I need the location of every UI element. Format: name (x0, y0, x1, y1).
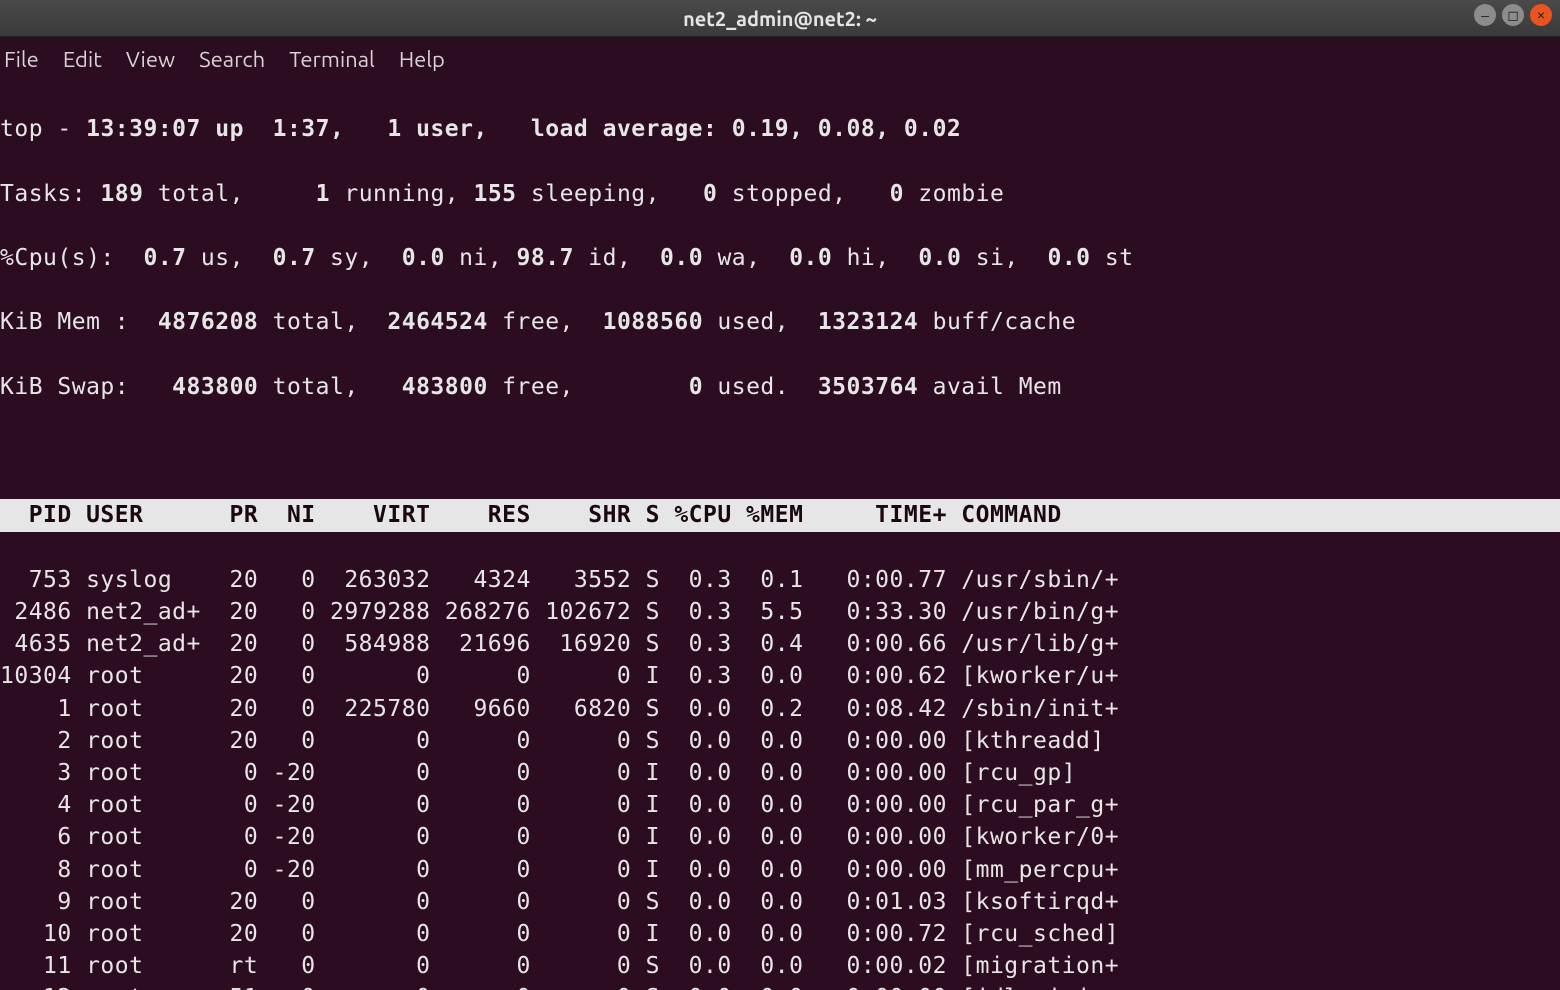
mem-free: 2464524 (373, 309, 502, 335)
menu-edit[interactable]: Edit (63, 47, 102, 72)
blank-line (0, 435, 1560, 467)
process-row: 10 root 20 0 0 0 0 I 0.0 0.0 0:00.72 [rc… (0, 918, 1560, 950)
tasks-label: Tasks: (0, 181, 86, 207)
mem-free-lbl: free, (502, 309, 588, 335)
terminal-output[interactable]: top - 13:39:07 up 1:37, 1 user, load ave… (0, 81, 1560, 990)
cpu-st-lbl: st (1105, 245, 1134, 271)
tasks-total-lbl: total, (158, 181, 287, 207)
mem-label: KiB Mem : (0, 309, 143, 335)
process-row: 4 root 0 -20 0 0 0 I 0.0 0.0 0:00.00 [rc… (0, 789, 1560, 821)
window-title: net2_admin@net2: ~ (683, 7, 877, 30)
tasks-zombie: 0 (890, 181, 919, 207)
cpu-label: %Cpu(s): (0, 245, 143, 271)
process-row: 11 root rt 0 0 0 0 S 0.0 0.0 0:00.02 [mi… (0, 950, 1560, 982)
menu-file[interactable]: File (4, 47, 39, 72)
process-row: 12 root -51 0 0 0 0 S 0.0 0.0 0:00.00 [i… (0, 982, 1560, 990)
mem-buff-lbl: buff/cache (933, 309, 1076, 335)
cpu-wa-lbl: wa, (717, 245, 789, 271)
menubar: File Edit View Search Terminal Help (0, 37, 1560, 81)
process-row: 2 root 20 0 0 0 0 S 0.0 0.0 0:00.00 [kth… (0, 725, 1560, 757)
cpu-us-lbl: us, (201, 245, 273, 271)
cpu-sy-lbl: sy, (330, 245, 402, 271)
process-row: 8 root 0 -20 0 0 0 I 0.0 0.0 0:00.00 [mm… (0, 854, 1560, 886)
mem-used-lbl: used, (717, 309, 803, 335)
swap-total: 483800 (143, 374, 272, 400)
tasks-sleeping: 155 (473, 181, 530, 207)
summary-swap: KiB Swap: 483800 total, 483800 free, 0 u… (0, 371, 1560, 403)
tasks-stopped: 0 (703, 181, 732, 207)
window-controls: – ◻ × (1474, 4, 1552, 26)
process-row: 4635 net2_ad+ 20 0 584988 21696 16920 S … (0, 628, 1560, 660)
process-row: 3 root 0 -20 0 0 0 I 0.0 0.0 0:00.00 [rc… (0, 757, 1560, 789)
swap-total-lbl: total, (273, 374, 373, 400)
swap-free: 483800 (373, 374, 502, 400)
cpu-hi-lbl: hi, (847, 245, 919, 271)
minimize-icon[interactable]: – (1474, 4, 1496, 26)
tasks-total: 189 (86, 181, 158, 207)
process-row: 9 root 20 0 0 0 0 S 0.0 0.0 0:01.03 [kso… (0, 886, 1560, 918)
swap-avail-lbl: avail Mem (933, 374, 1062, 400)
mem-used: 1088560 (588, 309, 717, 335)
tasks-stopped-lbl: stopped, (732, 181, 890, 207)
menu-search[interactable]: Search (199, 47, 265, 72)
window-titlebar: net2_admin@net2: ~ – ◻ × (0, 0, 1560, 37)
summary-cpu: %Cpu(s): 0.7 us, 0.7 sy, 0.0 ni, 98.7 id… (0, 242, 1560, 274)
cpu-si: 0.0 (918, 245, 975, 271)
top-label: top - (0, 116, 86, 142)
cpu-id-lbl: id, (588, 245, 660, 271)
cpu-ni: 0.0 (402, 245, 459, 271)
cpu-wa: 0.0 (660, 245, 717, 271)
mem-total-lbl: total, (273, 309, 373, 335)
maximize-icon[interactable]: ◻ (1502, 4, 1524, 26)
process-row: 2486 net2_ad+ 20 0 2979288 268276 102672… (0, 596, 1560, 628)
swap-avail: 3503764 (803, 374, 932, 400)
cpu-id: 98.7 (517, 245, 589, 271)
process-table-header: PID USER PR NI VIRT RES SHR S %CPU %MEM … (0, 499, 1560, 531)
tasks-sleeping-lbl: sleeping, (531, 181, 703, 207)
swap-label: KiB Swap: (0, 374, 143, 400)
cpu-si-lbl: si, (976, 245, 1048, 271)
process-row: 6 root 0 -20 0 0 0 I 0.0 0.0 0:00.00 [kw… (0, 821, 1560, 853)
tasks-running-lbl: running, (344, 181, 473, 207)
process-row: 753 syslog 20 0 263032 4324 3552 S 0.3 0… (0, 564, 1560, 596)
summary-mem: KiB Mem : 4876208 total, 2464524 free, 1… (0, 306, 1560, 338)
cpu-hi: 0.0 (789, 245, 846, 271)
cpu-st: 0.0 (1047, 245, 1104, 271)
cpu-us: 0.7 (143, 245, 200, 271)
mem-buff: 1323124 (803, 309, 932, 335)
tasks-zombie-lbl: zombie (918, 181, 1004, 207)
swap-free-lbl: free, (502, 374, 588, 400)
process-row: 10304 root 20 0 0 0 0 I 0.3 0.0 0:00.62 … (0, 660, 1560, 692)
summary-tasks: Tasks: 189 total, 1 running, 155 sleepin… (0, 178, 1560, 210)
tasks-running: 1 (287, 181, 344, 207)
uptime-value: 13:39:07 up 1:37, 1 user, load average: … (86, 116, 961, 142)
menu-help[interactable]: Help (399, 47, 445, 72)
swap-used-lbl: used. (717, 374, 803, 400)
cpu-sy: 0.7 (273, 245, 330, 271)
close-icon[interactable]: × (1530, 4, 1552, 26)
cpu-ni-lbl: ni, (459, 245, 516, 271)
summary-uptime: top - 13:39:07 up 1:37, 1 user, load ave… (0, 113, 1560, 145)
menu-view[interactable]: View (126, 47, 175, 72)
process-row: 1 root 20 0 225780 9660 6820 S 0.0 0.2 0… (0, 693, 1560, 725)
menu-terminal[interactable]: Terminal (289, 47, 375, 72)
swap-used: 0 (588, 374, 717, 400)
mem-total: 4876208 (143, 309, 272, 335)
